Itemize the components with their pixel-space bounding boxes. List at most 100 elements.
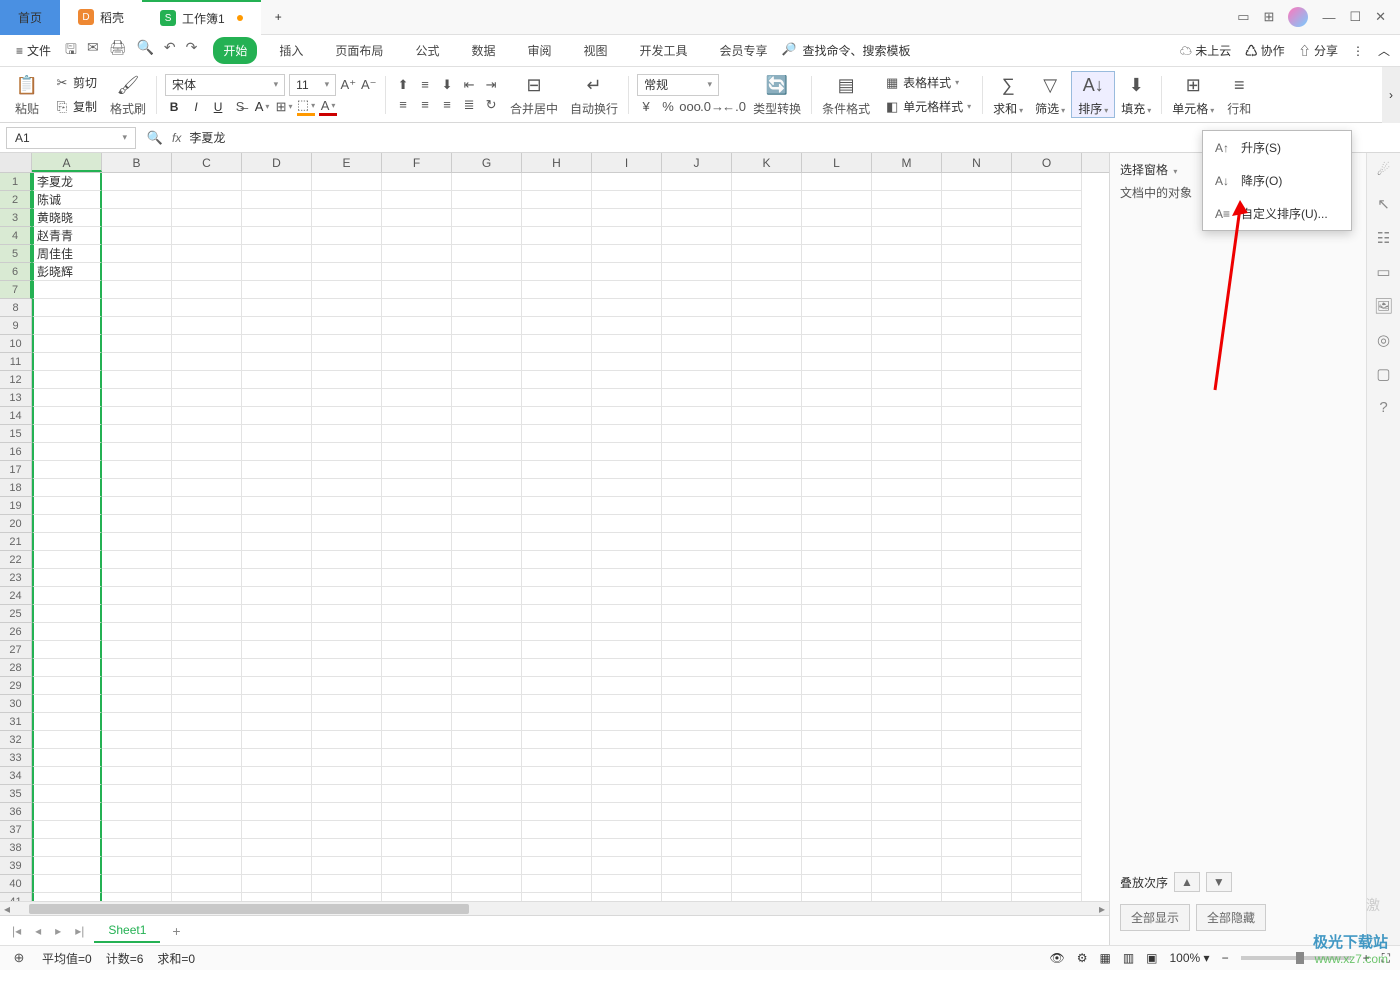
cell[interactable] (102, 479, 172, 497)
cell[interactable] (452, 605, 522, 623)
collapse-ribbon[interactable]: ︿ (1378, 42, 1390, 59)
sheet-nav-last[interactable]: ▸| (71, 924, 88, 938)
cell[interactable] (732, 299, 802, 317)
cell[interactable] (662, 497, 732, 515)
cell[interactable] (872, 245, 942, 263)
col-header[interactable]: H (522, 153, 592, 172)
cell[interactable] (942, 551, 1012, 569)
cell[interactable] (942, 749, 1012, 767)
cell[interactable] (732, 695, 802, 713)
cell[interactable] (802, 767, 872, 785)
cell[interactable] (592, 245, 662, 263)
cell[interactable] (522, 875, 592, 893)
cell[interactable] (452, 749, 522, 767)
cell[interactable] (102, 641, 172, 659)
cell[interactable] (802, 407, 872, 425)
cell[interactable] (662, 821, 732, 839)
cell[interactable] (312, 677, 382, 695)
cell[interactable] (172, 173, 242, 191)
cell[interactable] (452, 641, 522, 659)
cell[interactable] (942, 263, 1012, 281)
cell[interactable] (32, 371, 102, 389)
cell[interactable] (102, 677, 172, 695)
cell[interactable] (172, 857, 242, 875)
sort-icon[interactable]: A↓ (1080, 72, 1106, 98)
cell[interactable] (312, 569, 382, 587)
cell[interactable] (382, 551, 452, 569)
cell[interactable] (312, 587, 382, 605)
cell[interactable] (242, 479, 312, 497)
cell[interactable] (242, 353, 312, 371)
row-header[interactable]: 17 (0, 461, 32, 479)
cell[interactable] (592, 695, 662, 713)
row-header[interactable]: 15 (0, 425, 32, 443)
cell[interactable] (1012, 173, 1082, 191)
type-convert-icon[interactable]: 🔄 (764, 72, 790, 98)
row-header[interactable]: 40 (0, 875, 32, 893)
cell[interactable] (1012, 623, 1082, 641)
qat-print-icon[interactable]: 🖨 (109, 39, 127, 63)
hscroll-bar[interactable]: ◂ ▸ (0, 901, 1109, 915)
cell[interactable] (32, 335, 102, 353)
row-header[interactable]: 16 (0, 443, 32, 461)
cell[interactable] (732, 875, 802, 893)
cell[interactable] (312, 533, 382, 551)
cell[interactable] (522, 443, 592, 461)
cell[interactable] (592, 785, 662, 803)
sheet-nav-first[interactable]: |◂ (8, 924, 25, 938)
cell[interactable] (872, 515, 942, 533)
cell[interactable] (1012, 803, 1082, 821)
row-header[interactable]: 13 (0, 389, 32, 407)
cell[interactable] (242, 515, 312, 533)
cond-format-icon[interactable]: ▤ (833, 72, 859, 98)
merge-icon[interactable]: ⊟ (521, 72, 547, 98)
cell[interactable] (102, 389, 172, 407)
cell[interactable] (732, 605, 802, 623)
cell[interactable] (452, 893, 522, 901)
cell[interactable] (312, 893, 382, 901)
cell[interactable] (942, 713, 1012, 731)
side-read-icon[interactable]: ▢ (1376, 365, 1390, 383)
cell[interactable] (662, 551, 732, 569)
maximize-button[interactable]: ☐ (1349, 9, 1361, 25)
cell[interactable] (172, 605, 242, 623)
cell[interactable] (452, 659, 522, 677)
cell[interactable] (32, 875, 102, 893)
cell[interactable] (172, 263, 242, 281)
cell[interactable] (242, 191, 312, 209)
row-header[interactable]: 10 (0, 335, 32, 353)
cell[interactable] (662, 353, 732, 371)
cell[interactable] (382, 227, 452, 245)
cell[interactable] (242, 875, 312, 893)
cell[interactable] (172, 785, 242, 803)
cell[interactable] (732, 767, 802, 785)
cell[interactable] (872, 353, 942, 371)
qat-redo-icon[interactable]: ↷ (186, 39, 198, 63)
cell[interactable] (662, 605, 732, 623)
cell[interactable] (732, 497, 802, 515)
cell[interactable] (802, 479, 872, 497)
cell[interactable] (452, 425, 522, 443)
row-header[interactable]: 2 (0, 191, 32, 209)
cell[interactable] (732, 713, 802, 731)
cell[interactable] (592, 623, 662, 641)
cell[interactable] (382, 623, 452, 641)
cell[interactable] (592, 893, 662, 901)
cell[interactable] (102, 371, 172, 389)
shrink-font-icon[interactable]: A⁻ (361, 76, 377, 94)
cell[interactable] (452, 785, 522, 803)
cell[interactable] (1012, 371, 1082, 389)
cell[interactable] (382, 839, 452, 857)
cell[interactable] (522, 749, 592, 767)
cell[interactable] (312, 443, 382, 461)
col-header[interactable]: F (382, 153, 452, 172)
cell[interactable] (522, 785, 592, 803)
cell[interactable] (382, 389, 452, 407)
cell[interactable] (382, 281, 452, 299)
cell[interactable] (32, 317, 102, 335)
cell[interactable] (312, 317, 382, 335)
cell[interactable] (102, 875, 172, 893)
cell[interactable] (942, 605, 1012, 623)
cell[interactable] (662, 299, 732, 317)
cell[interactable] (242, 749, 312, 767)
